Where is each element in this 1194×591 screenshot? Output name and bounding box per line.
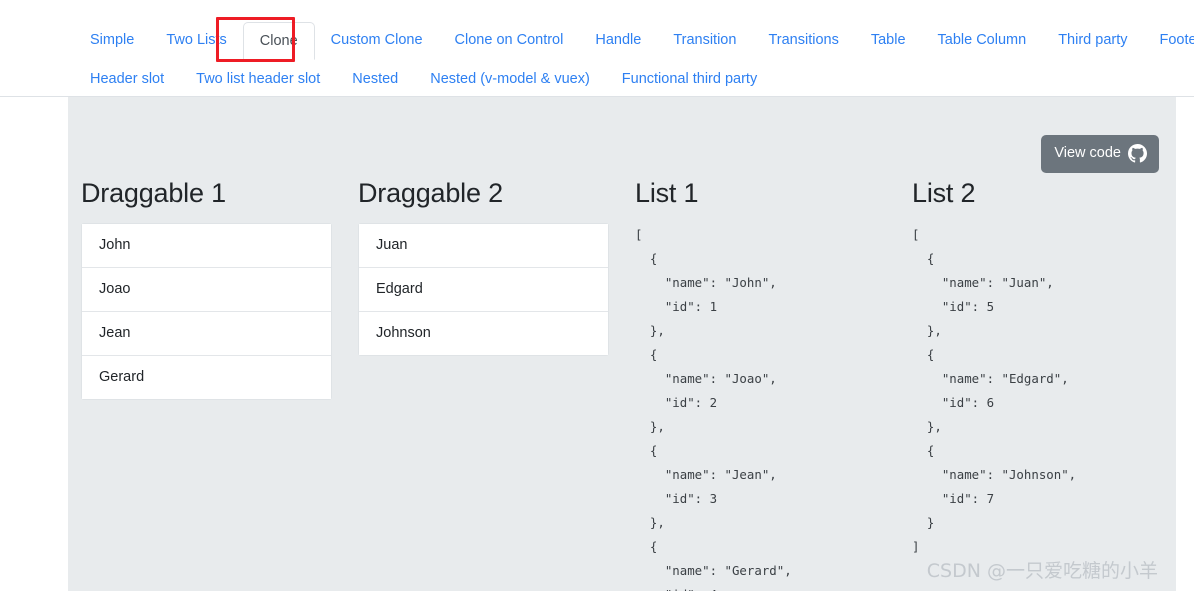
draggable-list-2[interactable]: Juan Edgard Johnson: [358, 223, 609, 356]
nav-tab-custom-clone[interactable]: Custom Clone: [315, 22, 439, 58]
column-draggable-1: Draggable 1 John Joao Jean Gerard: [68, 177, 345, 591]
list-1-title: List 1: [635, 178, 699, 208]
draggable-item[interactable]: John: [82, 224, 331, 268]
draggable-list-1[interactable]: John Joao Jean Gerard: [81, 223, 332, 400]
nav-tab-clone-on-control[interactable]: Clone on Control: [439, 22, 580, 58]
column-draggable-2: Draggable 2 Juan Edgard Johnson: [345, 177, 622, 591]
example-tab-nav: Simple Two Lists Clone Custom Clone Clone on…: [0, 0, 1194, 97]
column-list-1: List 1 [ { "name": "John", "id": 1 }, { …: [622, 177, 899, 591]
nav-tab-header-slot[interactable]: Header slot: [74, 61, 180, 97]
nav-row-primary: Simple Two Lists Clone Custom Clone Clone on…: [0, 22, 1194, 60]
nav-tab-transitions[interactable]: Transitions: [752, 22, 854, 58]
column-list-2: List 2 [ { "name": "Juan", "id": 5 }, { …: [899, 177, 1176, 591]
nav-tab-two-lists[interactable]: Two Lists: [150, 22, 242, 58]
draggable-item[interactable]: Edgard: [359, 268, 608, 312]
draggable-item[interactable]: Joao: [82, 268, 331, 312]
nav-tab-third-party[interactable]: Third party: [1042, 22, 1143, 58]
csdn-watermark: CSDN @一只爱吃糖的小羊: [926, 560, 1158, 582]
nav-tab-functional-third-party[interactable]: Functional third party: [606, 61, 773, 97]
nav-tab-nested[interactable]: Nested: [336, 61, 414, 97]
nav-row-secondary: Header slot Two list header slot Nested Nes…: [0, 61, 1194, 94]
list-2-json: [ { "name": "Juan", "id": 5 }, { "name":…: [912, 227, 1077, 554]
list-2-title: List 2: [912, 178, 976, 208]
nav-tab-handle[interactable]: Handle: [579, 22, 657, 58]
draggable-item[interactable]: Jean: [82, 312, 331, 356]
nav-tab-table[interactable]: Table: [855, 22, 922, 58]
nav-tab-table-column[interactable]: Table Column: [922, 22, 1043, 58]
nav-tab-nested-v-model-vuex[interactable]: Nested (v-model & vuex): [414, 61, 606, 97]
draggable-item[interactable]: Juan: [359, 224, 608, 268]
demo-columns: Draggable 1 John Joao Jean Gerard Draggable…: [68, 97, 1176, 591]
nav-tab-footer-slot[interactable]: Footer slot: [1144, 22, 1194, 58]
demo-content-area: View code Draggable 1 John Joao Jean Gerard…: [68, 97, 1176, 591]
draggable-1-title: Draggable 1: [81, 178, 226, 208]
nav-tab-transition[interactable]: Transition: [657, 22, 752, 58]
list-1-json: [ { "name": "John", "id": 1 }, { "name":…: [635, 227, 792, 591]
nav-tab-clone[interactable]: Clone: [242, 22, 315, 60]
draggable-item[interactable]: Johnson: [359, 312, 608, 355]
draggable-2-title: Draggable 2: [358, 178, 503, 208]
page-root: Simple Two Lists Clone Custom Clone Clone on…: [0, 0, 1194, 591]
nav-tab-simple[interactable]: Simple: [74, 22, 150, 58]
nav-tab-two-list-header-slot[interactable]: Two list header slot: [180, 61, 336, 97]
draggable-item[interactable]: Gerard: [82, 356, 331, 399]
